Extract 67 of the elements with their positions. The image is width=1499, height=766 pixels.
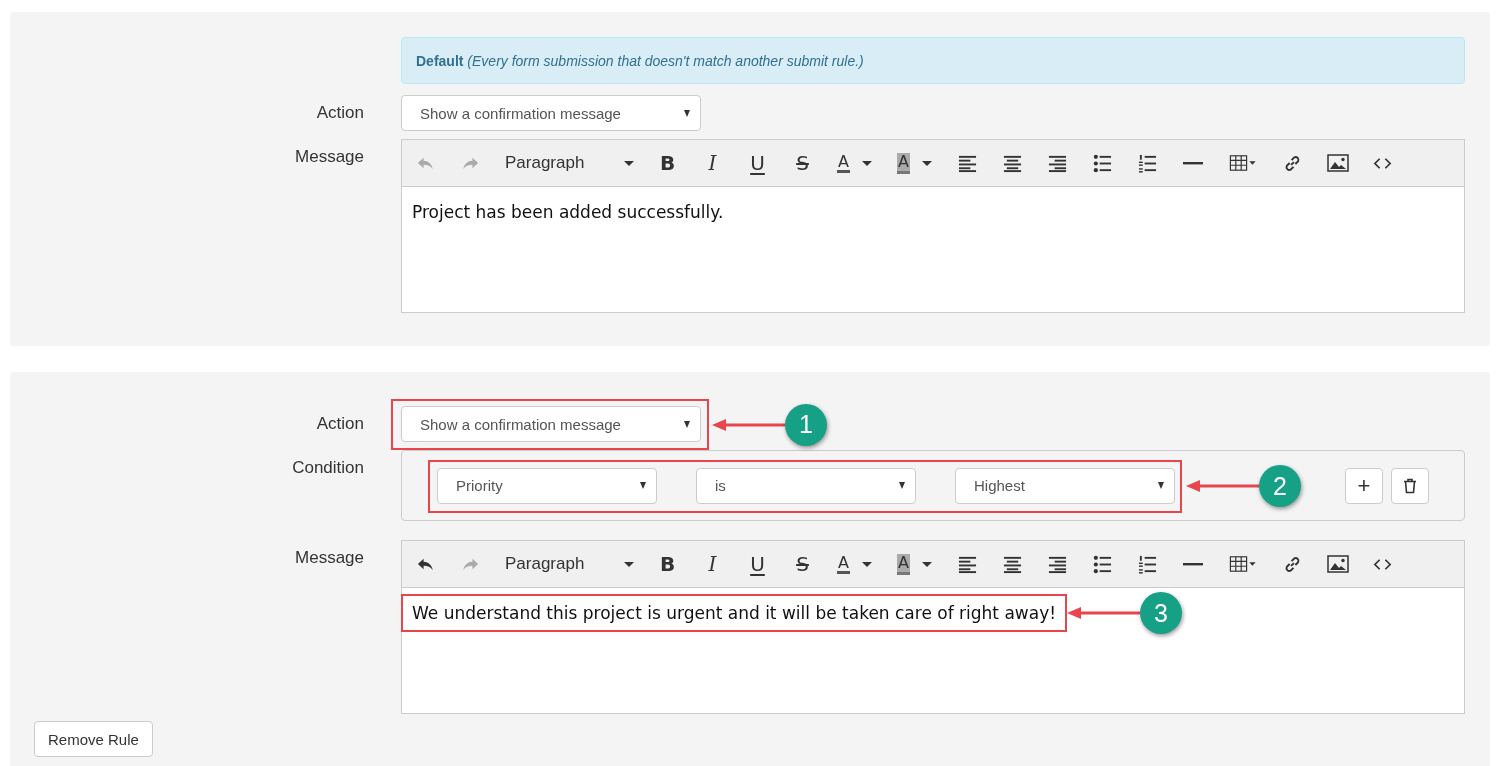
field-label: Action (316, 413, 364, 435)
caret-icon (899, 482, 905, 489)
caret-icon (921, 160, 932, 166)
link-icon (1283, 153, 1302, 173)
callout-badge: 1 (785, 403, 827, 446)
align-left-icon (958, 153, 977, 173)
text-color-label: A (837, 554, 850, 574)
background-color-label: A (897, 152, 910, 174)
caret-icon (624, 561, 634, 567)
italic-button[interactable]: I (690, 547, 735, 581)
caret-icon (861, 160, 872, 166)
caret-icon (640, 482, 646, 489)
bullet-list-icon (1093, 554, 1112, 574)
remove-rule-button[interactable]: Remove Rule (34, 721, 153, 757)
underline-button[interactable]: U (735, 146, 780, 180)
operator-select[interactable]: is (696, 467, 916, 504)
horizontal-rule-icon (1181, 562, 1204, 566)
link-icon (1283, 554, 1302, 574)
default-rule-note: Default (Every form submission that doesn't match another submit rule.) (416, 52, 864, 69)
action-select[interactable]: Show a confirmation message (401, 406, 701, 442)
callout-badge: 3 (1140, 592, 1182, 634)
italic-button[interactable]: I (690, 146, 735, 180)
align-left-icon (958, 554, 977, 574)
format-dropdown[interactable]: Paragraph (493, 146, 645, 180)
align-right-icon (1048, 554, 1067, 574)
image-icon (1326, 555, 1349, 573)
delete-condition-button[interactable] (1391, 467, 1429, 504)
caret-icon (684, 109, 690, 117)
caret-icon (921, 561, 932, 567)
underline-button[interactable]: U (735, 547, 780, 581)
text-color-button[interactable]: A (825, 146, 885, 180)
bullet-list-icon (1093, 153, 1112, 173)
bold-button[interactable]: B (645, 547, 690, 581)
numbered-list-icon (1138, 554, 1157, 574)
strike-button[interactable]: S (780, 547, 825, 581)
field-label: Message (295, 547, 364, 569)
bold-button[interactable]: B (645, 146, 690, 180)
background-color-button[interactable]: A (885, 146, 945, 180)
action-select[interactable]: Show a confirmation message (401, 95, 701, 131)
field-label: Condition (292, 457, 364, 479)
table-icon (1228, 154, 1257, 172)
message-text: Project has been added successfully. (412, 202, 724, 222)
value-select[interactable]: Highest (955, 467, 1175, 504)
align-center-icon (1003, 554, 1022, 574)
add-condition-button[interactable]: + (1345, 467, 1383, 504)
field-select[interactable]: Priority (437, 467, 657, 504)
image-icon (1326, 154, 1349, 172)
text-color-button[interactable]: A (825, 547, 885, 581)
caret-icon (624, 160, 634, 166)
numbered-list-icon (1138, 153, 1157, 173)
trash-icon (1403, 477, 1417, 494)
field-label: Message (295, 146, 364, 168)
background-color-label: A (897, 553, 910, 575)
message-text: We understand this project is urgent and it will be taken care of right away! (412, 603, 1056, 623)
background-color-button[interactable]: A (885, 547, 945, 581)
strike-button[interactable]: S (780, 146, 825, 180)
format-dropdown[interactable]: Paragraph (493, 547, 645, 581)
caret-icon (1158, 482, 1164, 489)
table-icon (1228, 555, 1257, 573)
align-center-icon (1003, 153, 1022, 173)
align-right-icon (1048, 153, 1067, 173)
caret-icon (861, 561, 872, 567)
field-label: Action (316, 102, 364, 124)
text-color-label: A (837, 153, 850, 173)
horizontal-rule-icon (1181, 161, 1204, 165)
caret-icon (684, 420, 690, 428)
callout-badge: 2 (1259, 465, 1301, 507)
